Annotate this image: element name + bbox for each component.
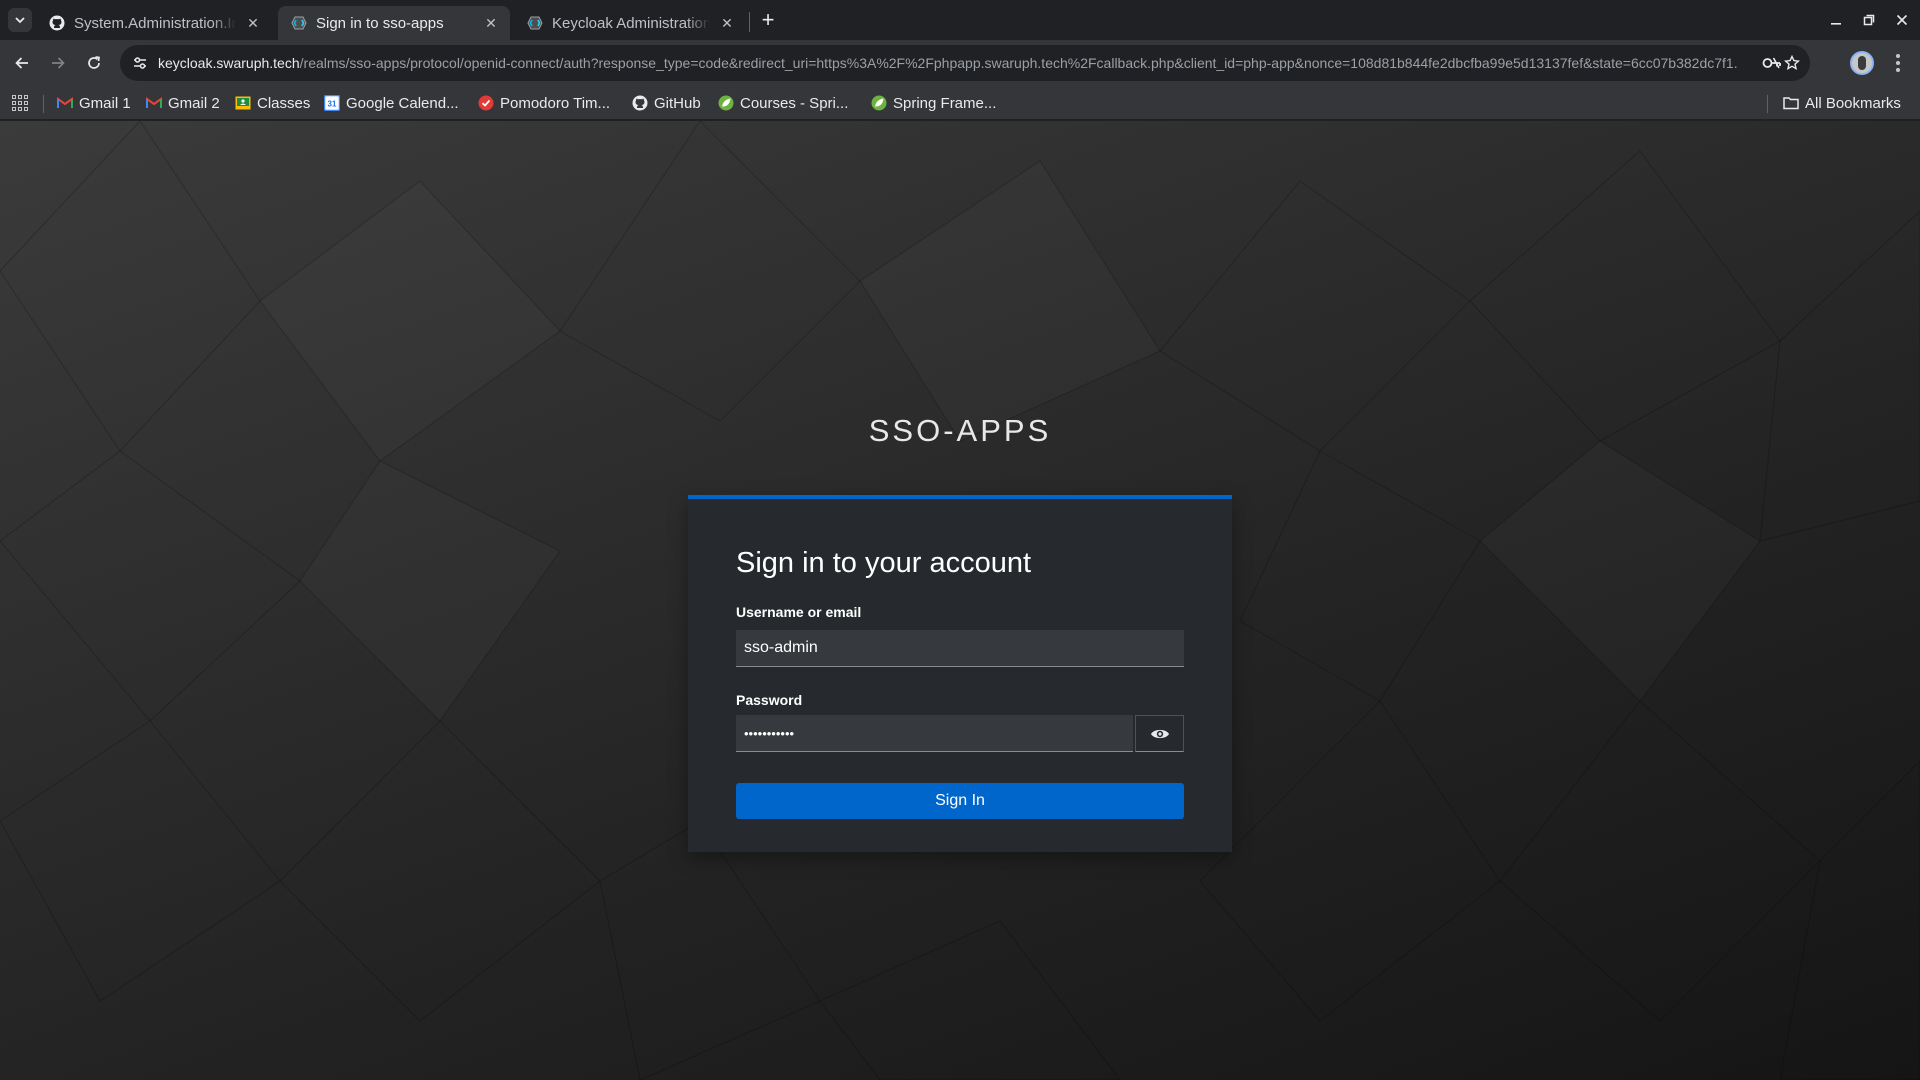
minimize-icon (1831, 23, 1841, 25)
reload-button[interactable] (82, 51, 106, 75)
folder-icon (1783, 95, 1799, 111)
eye-icon (1150, 729, 1169, 738)
classroom-icon (235, 95, 251, 111)
bookmark-label: Gmail 2 (168, 94, 220, 112)
password-input[interactable] (736, 715, 1133, 752)
tab-sign-in-sso-apps[interactable]: Sign in to sso-apps ✕ (278, 6, 510, 40)
close-icon (1896, 14, 1908, 26)
bookmark-google-calendar[interactable]: 31 Google Calend... (324, 92, 459, 114)
all-bookmarks-label: All Bookmarks (1805, 94, 1901, 112)
password-label: Password (736, 692, 803, 708)
bookmarks-separator (1767, 95, 1768, 113)
tune-icon (134, 57, 146, 69)
menu-dot (1896, 61, 1900, 65)
username-label: Username or email (736, 604, 862, 620)
github-icon (48, 14, 66, 32)
back-button[interactable] (10, 51, 34, 75)
bookmark-label: Pomodoro Tim... (500, 94, 611, 112)
key-icon (1762, 57, 1781, 69)
url-host: keycloak.swaruph.tech (158, 55, 300, 71)
bookmark-github[interactable]: GitHub (632, 92, 701, 114)
chevron-down-icon (15, 17, 25, 24)
minimize-button[interactable] (1824, 8, 1848, 32)
url-path: /realms/sso-apps/protocol/openid-connect… (299, 55, 1738, 71)
bookmark-classes[interactable]: Classes (235, 92, 310, 114)
menu-dot (1896, 54, 1900, 58)
site-info-button[interactable] (128, 51, 152, 75)
star-icon (1784, 55, 1800, 70)
profile-avatar[interactable] (1850, 51, 1874, 75)
reload-icon (88, 56, 100, 69)
bookmark-gmail-2[interactable]: Gmail 2 (146, 92, 220, 114)
gmail-icon (57, 95, 73, 111)
sign-in-button[interactable]: Sign In (736, 783, 1184, 819)
spring-icon (718, 95, 734, 111)
tab-search-button[interactable] (8, 8, 32, 32)
restore-button[interactable] (1857, 8, 1881, 32)
spring-icon (871, 95, 887, 111)
arrow-left-icon (15, 57, 28, 69)
bookmark-label: GitHub (654, 94, 701, 112)
realm-title: SSO-APPS (868, 413, 1052, 448)
tab-title: Sign in to sso-apps (316, 14, 444, 32)
close-icon[interactable]: ✕ (244, 14, 262, 32)
gmail-icon (146, 95, 162, 111)
keycloak-icon (290, 14, 308, 32)
bookmark-spring-framework[interactable]: Spring Frame... (871, 92, 996, 114)
tab-title: Keycloak Administration (552, 14, 710, 32)
close-window-button[interactable] (1890, 8, 1914, 32)
login-card: Sign in to your account Username or emai… (688, 495, 1232, 852)
browser-menu-button[interactable] (1886, 51, 1910, 75)
github-icon (632, 95, 648, 111)
bookmark-label: Gmail 1 (79, 94, 131, 112)
tab-separator (749, 12, 750, 32)
keycloak-login-page: SSO-APPS Sign in to your account Usernam… (0, 121, 1920, 1080)
login-heading: Sign in to your account (736, 547, 1032, 579)
apps-grid-icon[interactable] (10, 93, 30, 113)
bookmark-star-button[interactable] (1780, 51, 1804, 75)
bookmark-pomodoro-timer[interactable]: Pomodoro Tim... (478, 92, 610, 114)
bookmarks-separator (43, 95, 44, 113)
keycloak-icon (526, 14, 544, 32)
browser-toolbar: keycloak.swaruph.tech/realms/sso-apps/pr… (0, 40, 1920, 86)
bookmark-label: Google Calend... (346, 94, 459, 112)
close-icon[interactable]: ✕ (718, 14, 736, 32)
tab-title: System.Administration.In (74, 14, 236, 32)
tab-system-administration[interactable]: System.Administration.In ✕ (36, 6, 272, 40)
bookmarks-bar: Gmail 1 Gmail 2 Classes 31 Google Calend… (0, 86, 1920, 120)
bookmark-gmail-1[interactable]: Gmail 1 (57, 92, 131, 114)
url-text[interactable]: keycloak.swaruph.tech/realms/sso-apps/pr… (158, 45, 1738, 81)
username-input[interactable] (736, 630, 1184, 667)
menu-dot (1896, 68, 1900, 72)
forward-button[interactable] (46, 51, 70, 75)
tab-strip: System.Administration.In ✕ Sign in to ss… (0, 0, 1920, 40)
calendar-icon-text: 31 (328, 100, 337, 109)
all-bookmarks-button[interactable]: All Bookmarks (1783, 92, 1901, 114)
pomodoro-icon (478, 95, 494, 111)
bookmark-courses-spring[interactable]: Courses - Spri... (718, 92, 848, 114)
calendar-icon: 31 (324, 95, 340, 111)
bookmark-label: Classes (257, 94, 311, 112)
new-tab-button[interactable]: + (756, 7, 780, 32)
arrow-right-icon (52, 57, 65, 69)
tab-keycloak-administration[interactable]: Keycloak Administration ✕ (514, 6, 746, 40)
bookmark-label: Courses - Spri... (740, 94, 849, 112)
bookmark-label: Spring Frame... (893, 94, 997, 112)
close-icon[interactable]: ✕ (482, 14, 500, 32)
restore-icon (1863, 14, 1875, 26)
address-bar[interactable]: keycloak.swaruph.tech/realms/sso-apps/pr… (120, 45, 1810, 81)
show-password-button[interactable] (1135, 715, 1184, 752)
